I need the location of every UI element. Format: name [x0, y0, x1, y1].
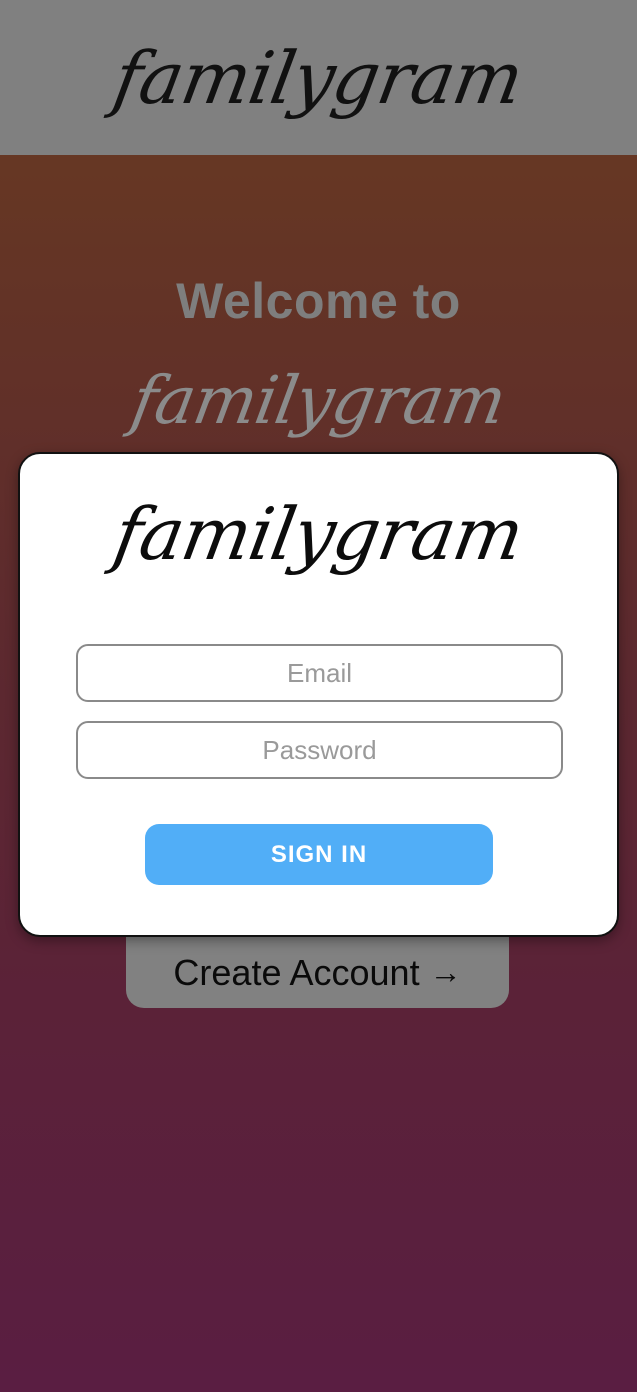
password-field[interactable]	[76, 721, 563, 779]
sign-in-modal: familygram SIGN IN	[18, 452, 619, 937]
modal-logo: familygram	[107, 492, 530, 576]
header-logo: familygram	[107, 35, 530, 120]
arrow-right-icon: →	[429, 954, 462, 990]
create-account-label: Create Account	[173, 951, 420, 993]
welcome-title: Welcome to	[176, 273, 461, 329]
top-header-bar: familygram	[0, 0, 637, 155]
email-field[interactable]	[76, 644, 563, 702]
sign-in-button[interactable]: SIGN IN	[145, 824, 493, 885]
welcome-logo: familygram	[125, 362, 512, 439]
